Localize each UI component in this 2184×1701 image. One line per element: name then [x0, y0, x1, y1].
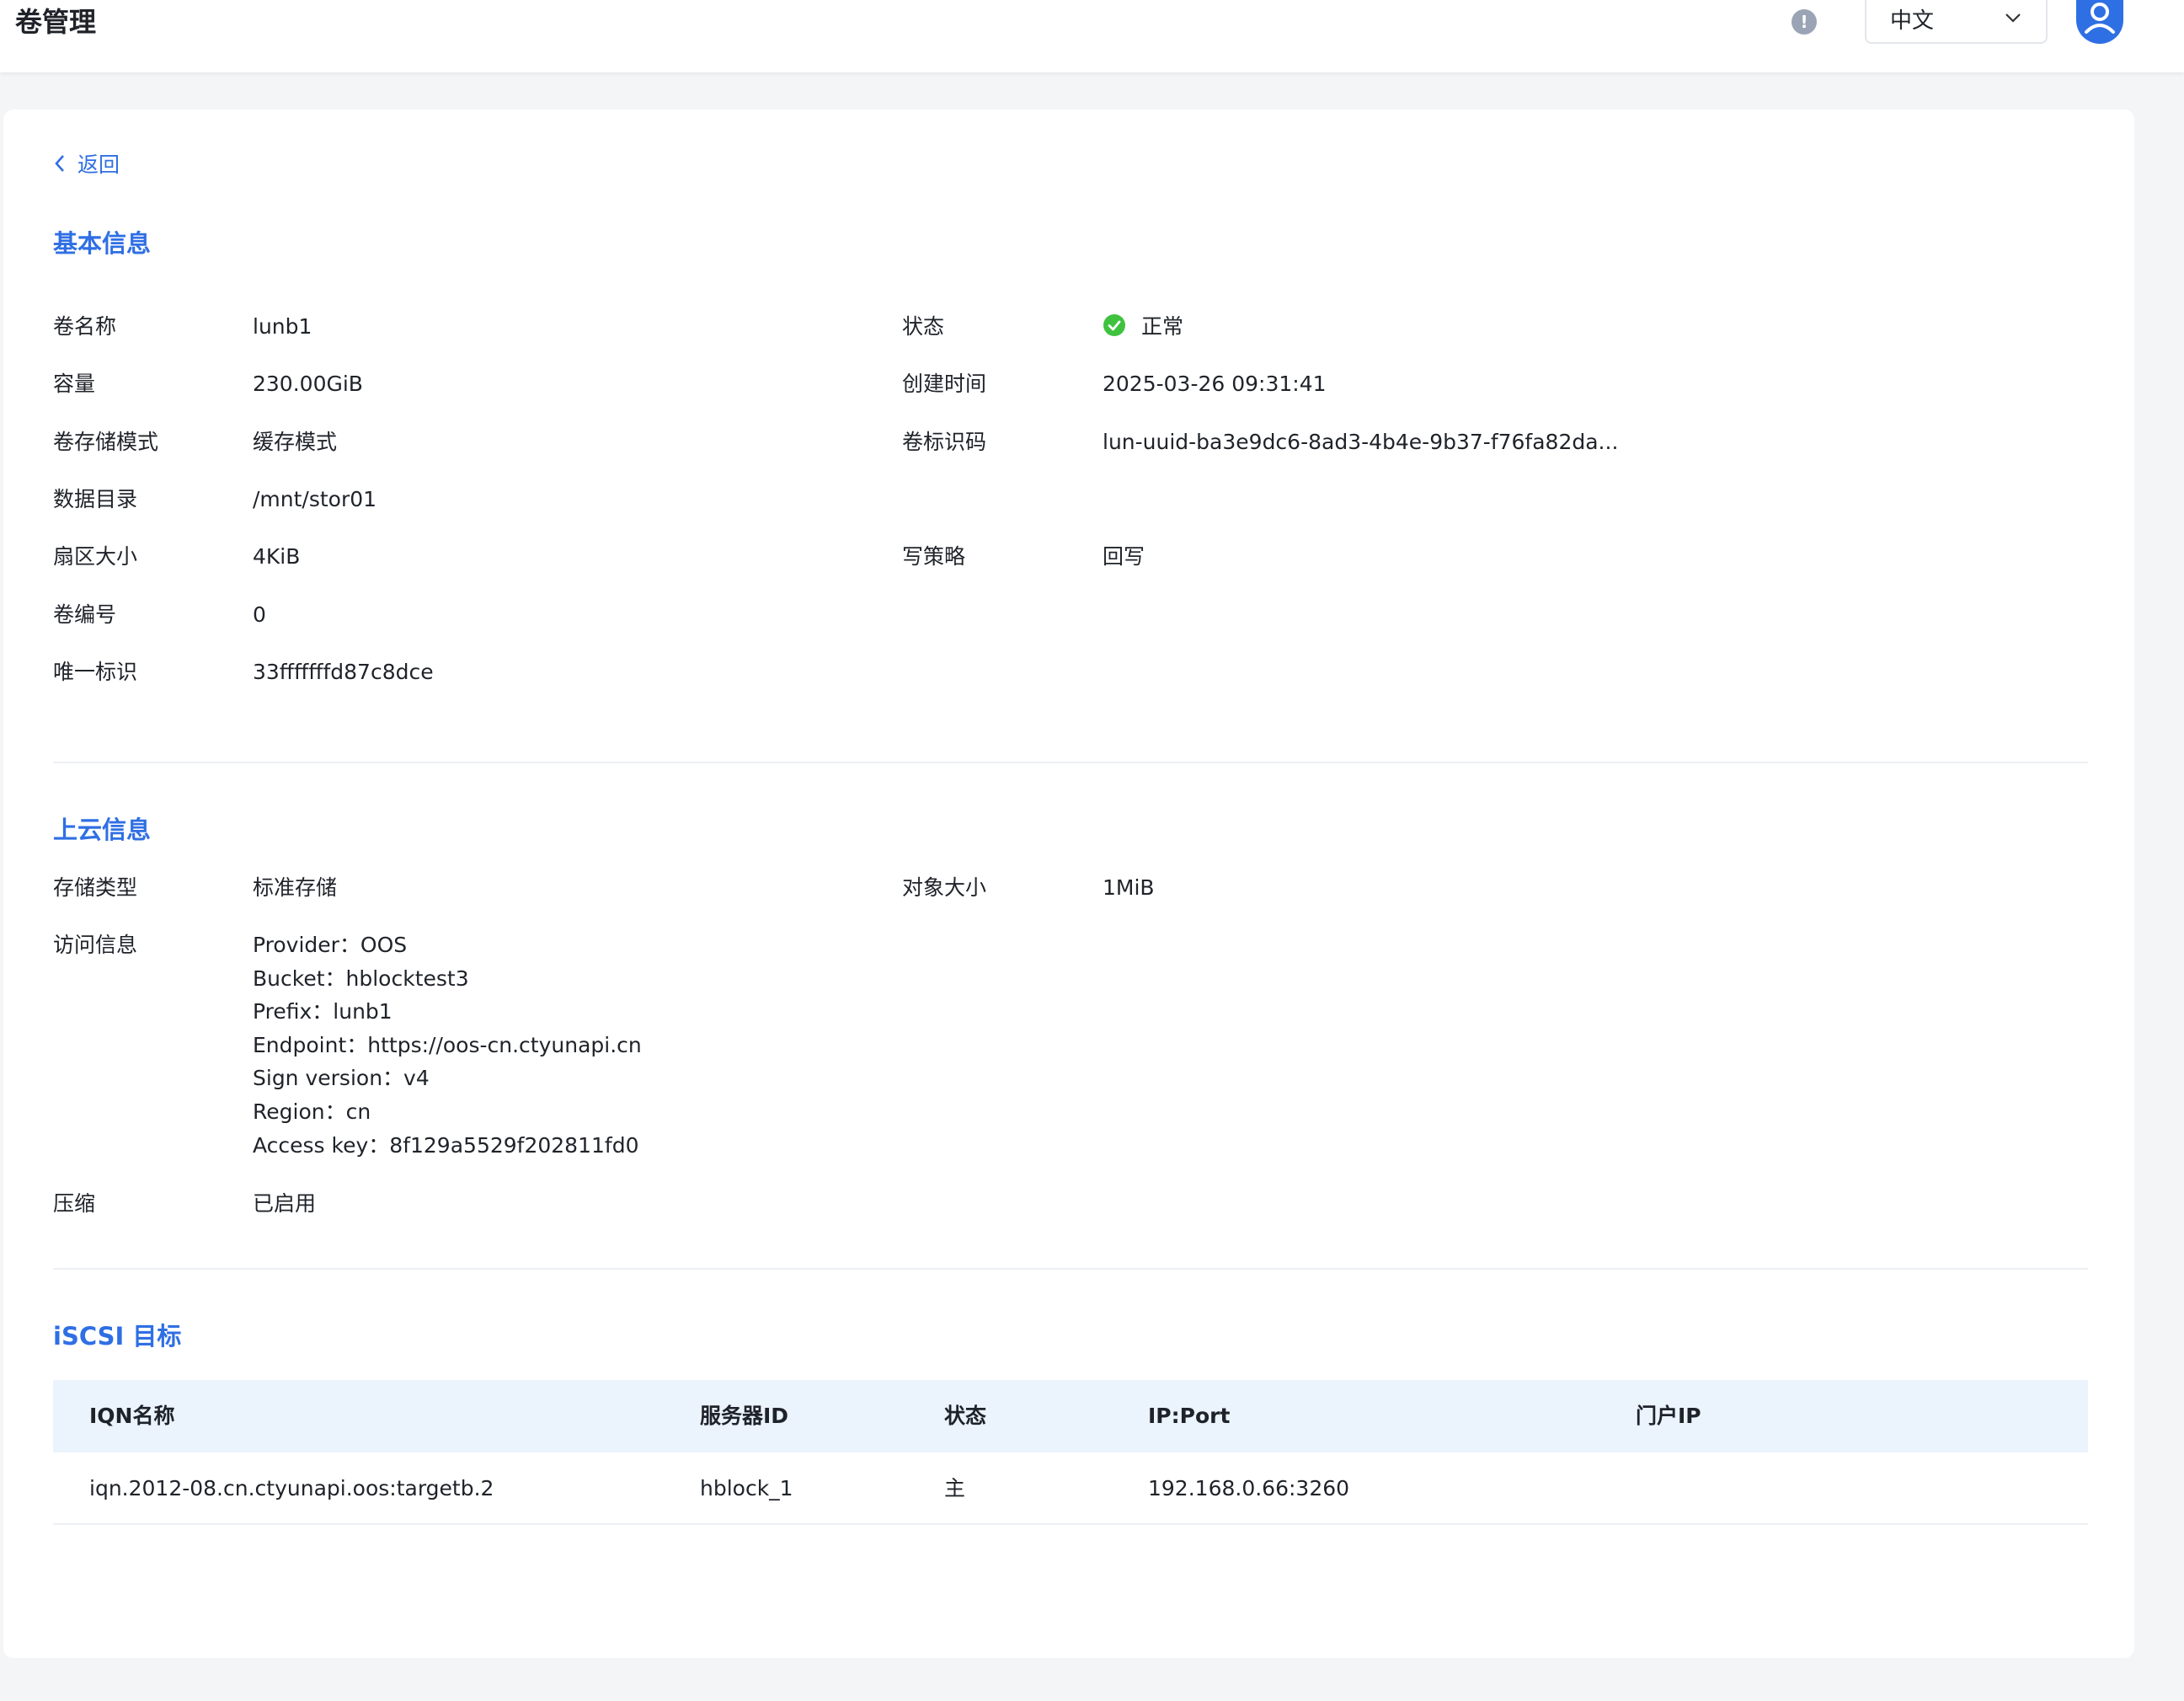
basic-info-title: 基本信息: [53, 229, 152, 258]
field-value-sector-size: 4KiB: [253, 544, 301, 569]
check-circle-icon: [1103, 314, 1125, 336]
field-value-storage-type: 标准存储: [253, 875, 338, 900]
field-label-storage-type: 存储类型: [53, 875, 138, 900]
chevron-down-icon: [2005, 13, 2021, 23]
field-label-storage-mode: 卷存储模式: [53, 430, 159, 454]
cell-server-id: hblock_1: [700, 1476, 793, 1500]
access-line-sign-version: Sign version：v4: [253, 1066, 430, 1090]
field-value-compression: 已启用: [253, 1191, 317, 1216]
user-avatar-icon[interactable]: [2076, 0, 2123, 44]
field-label-capacity: 容量: [53, 372, 96, 396]
column-header-ip-port: IP:Port: [1148, 1404, 1231, 1428]
table-row: iqn.2012-08.cn.ctyunapi.oos:targetb.2 hb…: [53, 1452, 2088, 1525]
back-link[interactable]: 返回: [54, 148, 120, 179]
field-label-compression: 压缩: [53, 1191, 96, 1216]
access-line-endpoint: Endpoint：https://oos-cn.ctyunapi.cn: [253, 1033, 642, 1057]
field-value-write-policy: 回写: [1103, 544, 1145, 569]
page-title: 卷管理: [15, 6, 97, 38]
field-value-unique-id: 33fffffffd87c8dce: [253, 660, 434, 684]
field-value-created-time: 2025-03-26 09:31:41: [1103, 372, 1327, 396]
field-label-sector-size: 扇区大小: [53, 544, 138, 569]
field-label-unique-id: 唯一标识: [53, 660, 138, 684]
field-value-volume-number: 0: [253, 602, 266, 627]
field-value-status: 正常: [1141, 314, 1184, 339]
field-label-created-time: 创建时间: [902, 372, 987, 396]
field-label-object-size: 对象大小: [902, 875, 987, 900]
field-label-access-info: 访问信息: [53, 933, 138, 957]
field-value-storage-mode: 缓存模式: [253, 430, 338, 454]
field-label-volume-name: 卷名称: [53, 314, 117, 339]
column-header-status: 状态: [944, 1404, 987, 1428]
chevron-left-icon: [55, 155, 64, 172]
column-header-iqn: IQN名称: [89, 1404, 175, 1428]
info-icon[interactable]: !: [1792, 9, 1817, 35]
column-header-portal-ip: 门户IP: [1636, 1404, 1701, 1428]
access-line-prefix: Prefix：lunb1: [253, 999, 392, 1024]
cell-ip-port: 192.168.0.66:3260: [1148, 1476, 1350, 1500]
column-header-server-id: 服务器ID: [700, 1404, 789, 1428]
top-bar: 卷管理 ! 中文: [0, 0, 2184, 72]
field-value-volume-id: lun-uuid-ba3e9dc6-8ad3-4b4e-9b37-f76fa82…: [1103, 430, 1619, 454]
language-select[interactable]: 中文: [1865, 0, 2048, 44]
language-value: 中文: [1890, 8, 1935, 34]
cell-status: 主: [944, 1476, 966, 1500]
iscsi-title: iSCSI 目标: [53, 1322, 182, 1351]
field-value-volume-name: lunb1: [253, 314, 312, 339]
field-value-capacity: 230.00GiB: [253, 372, 363, 396]
cell-iqn: iqn.2012-08.cn.ctyunapi.oos:targetb.2: [89, 1476, 494, 1500]
access-line-provider: Provider：OOS: [253, 933, 408, 957]
field-label-volume-id: 卷标识码: [902, 430, 987, 454]
field-label-volume-number: 卷编号: [53, 602, 117, 627]
field-label-data-dir: 数据目录: [53, 487, 138, 511]
field-value-data-dir: /mnt/stor01: [253, 487, 377, 511]
access-line-access-key: Access key：8f129a5529f202811fd0: [253, 1133, 639, 1158]
field-value-object-size: 1MiB: [1103, 875, 1155, 900]
field-label-status: 状态: [902, 314, 945, 339]
back-label: 返回: [77, 152, 120, 177]
section-divider: [53, 1268, 2088, 1270]
section-divider: [53, 762, 2088, 763]
field-label-write-policy: 写策略: [902, 544, 966, 569]
cloud-info-title: 上云信息: [53, 816, 152, 844]
table-header: IQN名称 服务器ID 状态 IP:Port 门户IP: [53, 1380, 2088, 1452]
access-line-bucket: Bucket：hblocktest3: [253, 966, 469, 991]
access-line-region: Region：cn: [253, 1099, 371, 1124]
